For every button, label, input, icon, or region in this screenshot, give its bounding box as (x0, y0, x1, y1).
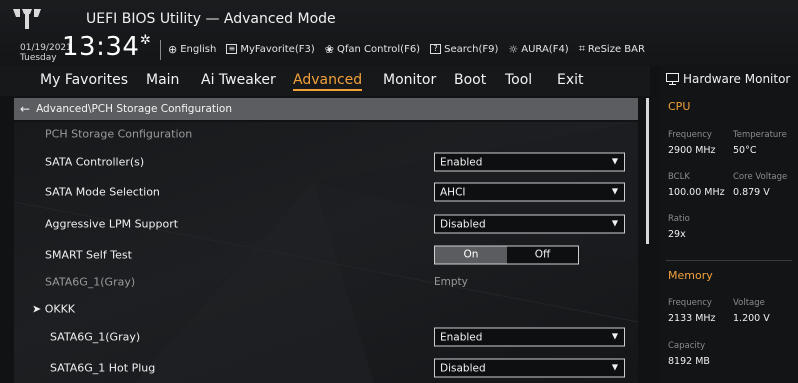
core-voltage-label: Core Voltage (733, 172, 788, 182)
tab-main[interactable]: Main (146, 72, 179, 88)
clock-time[interactable]: 13:34 (62, 33, 139, 61)
chevron-down-icon: ▼ (611, 186, 618, 196)
back-arrow-icon[interactable]: ← (20, 102, 30, 116)
memory-frequency-value: 2133 MHz (668, 313, 716, 324)
resize-bar-button[interactable]: ⌗ ReSize BAR (579, 42, 645, 56)
chevron-down-icon: ▼ (611, 156, 618, 166)
toggle-off-option[interactable]: Off (507, 247, 578, 264)
capacity-label: Capacity (668, 341, 706, 351)
section-header-row: PCH Storage Configuration (14, 122, 638, 149)
language-button[interactable]: ⊕ English (168, 43, 216, 56)
resize-bar-icon: ⌗ (578, 42, 585, 55)
fan-icon: ❀ (324, 42, 334, 56)
sata6g-1-info-row: SATA6G_1(Gray) Empty (14, 267, 638, 297)
sata-controller-row[interactable]: SATA Controller(s) Enabled ▼ (14, 147, 638, 177)
sata6g-1-label: SATA6G_1(Gray) (50, 330, 141, 344)
clock-settings-gear-icon[interactable]: ✲ (140, 33, 151, 48)
memory-voltage-value: 1.200 V (733, 313, 770, 324)
chevron-down-icon: ▼ (611, 218, 618, 228)
tab-my-favorites[interactable]: My Favorites (40, 72, 128, 88)
breadcrumb-path: Advanced\PCH Storage Configuration (36, 103, 232, 115)
sata6g-1-dropdown[interactable]: Enabled ▼ (434, 327, 625, 347)
smart-self-test-row[interactable]: SMART Self Test On Off (14, 240, 638, 270)
tab-ai-tweaker[interactable]: Ai Tweaker (201, 72, 276, 88)
tuf-logo-icon (13, 9, 41, 29)
sata-mode-label: SATA Mode Selection (45, 185, 160, 199)
help-search-icon: ? (430, 44, 442, 54)
tab-boot[interactable]: Boot (454, 72, 486, 88)
smart-self-test-toggle[interactable]: On Off (434, 245, 579, 265)
tab-monitor[interactable]: Monitor (383, 72, 436, 88)
core-voltage-value: 0.879 V (733, 187, 770, 198)
main-menu: My Favorites Main Ai Tweaker Advanced Mo… (0, 66, 650, 96)
ratio-value: 29x (668, 229, 686, 240)
memory-frequency-label: Frequency (668, 298, 712, 308)
capacity-value: 8192 MB (668, 356, 710, 367)
top-header: UEFI BIOS Utility — Advanced Mode 01/19/… (0, 0, 798, 66)
toolbar: ⊕ English ≡ MyFavorite(F3) ❀ Qfan Contro… (168, 42, 645, 56)
toggle-on-option[interactable]: On (435, 246, 507, 264)
aggressive-lpm-label: Aggressive LPM Support (45, 217, 179, 231)
bclk-value: 100.00 MHz (668, 187, 725, 198)
monitor-icon (666, 73, 679, 85)
sata6g-1-row[interactable]: SATA6G_1(Gray) Enabled ▼ (14, 322, 638, 352)
bclk-label: BCLK (668, 172, 690, 182)
cpu-frequency-label: Frequency (668, 130, 712, 140)
cpu-frequency-value: 2900 MHz (668, 145, 716, 156)
okkk-label: ➤ OKKK (32, 302, 76, 316)
expand-arrow-icon: ➤ (32, 302, 45, 316)
hardware-monitor-panel: Hardware Monitor CPU Frequency 2900 MHz … (660, 66, 798, 383)
settings-scrollbar[interactable] (646, 98, 649, 244)
ratio-label: Ratio (668, 214, 690, 224)
myfavorite-button[interactable]: ≡ MyFavorite(F3) (226, 44, 315, 55)
qfan-control-button[interactable]: ❀ Qfan Control(F6) (325, 43, 420, 56)
sata-controller-label: SATA Controller(s) (45, 155, 145, 169)
sata6g-1-info-value: Empty (434, 276, 468, 288)
sata-controller-dropdown[interactable]: Enabled ▼ (434, 152, 625, 172)
aura-light-icon: ☼ (508, 42, 519, 56)
aura-button[interactable]: ☼ AURA(F4) (508, 43, 568, 56)
tab-tool[interactable]: Tool (505, 72, 532, 88)
smart-self-test-label: SMART Self Test (45, 248, 132, 262)
memory-section-title: Memory (668, 269, 713, 282)
breadcrumb[interactable]: ← Advanced\PCH Storage Configuration (14, 98, 638, 120)
sata6g-1-hotplug-dropdown[interactable]: Disabled ▼ (434, 358, 625, 378)
sata-mode-dropdown[interactable]: AHCI ▼ (434, 182, 625, 202)
sata6g-1-hotplug-label: SATA6G_1 Hot Plug (50, 361, 156, 375)
favorite-list-icon: ≡ (226, 44, 238, 54)
globe-icon: ⊕ (168, 42, 178, 56)
app-title: UEFI BIOS Utility — Advanced Mode (86, 11, 336, 27)
cpu-temperature-label: Temperature (733, 130, 787, 140)
tab-exit[interactable]: Exit (557, 72, 584, 88)
chevron-down-icon: ▼ (611, 331, 618, 341)
hw-divider (666, 260, 792, 261)
chevron-down-icon: ▼ (611, 362, 618, 372)
cpu-temperature-value: 50°C (733, 145, 757, 156)
header-divider (160, 40, 161, 60)
aggressive-lpm-row[interactable]: Aggressive LPM Support Disabled ▼ (14, 209, 638, 239)
settings-panel: PCH Storage Configuration SATA Controlle… (14, 122, 638, 383)
memory-voltage-label: Voltage (733, 298, 765, 308)
okkk-row[interactable]: ➤ OKKK (14, 294, 638, 324)
section-header: PCH Storage Configuration (45, 127, 193, 141)
sata6g-1-hotplug-row[interactable]: SATA6G_1 Hot Plug Disabled ▼ (14, 353, 638, 383)
aggressive-lpm-dropdown[interactable]: Disabled ▼ (434, 214, 625, 234)
tab-advanced[interactable]: Advanced (293, 72, 363, 91)
cpu-section-title: CPU (668, 100, 691, 113)
hardware-monitor-title: Hardware Monitor (666, 72, 790, 86)
sata6g-1-info-label: SATA6G_1(Gray) (45, 275, 136, 289)
search-button[interactable]: ? Search(F9) (430, 44, 498, 55)
sata-mode-row[interactable]: SATA Mode Selection AHCI ▼ (14, 177, 638, 207)
